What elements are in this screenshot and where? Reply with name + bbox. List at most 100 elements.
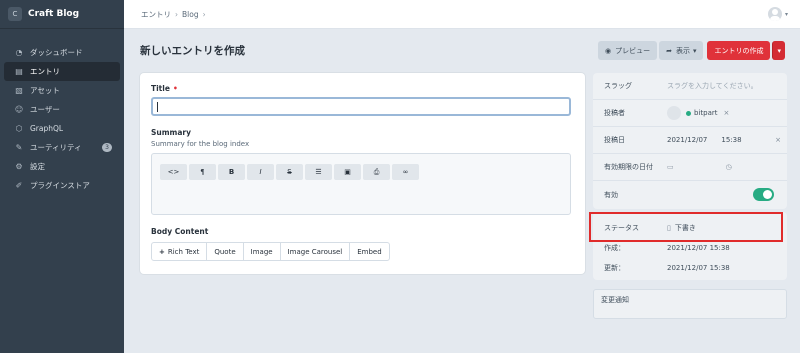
create-entry-menu-button[interactable]: ▾ — [772, 41, 785, 60]
brand[interactable]: C Craft Blog — [0, 0, 124, 29]
author-name: bitpart — [694, 109, 718, 117]
title-field-label: Title • — [151, 84, 178, 93]
block-button-label: Embed — [357, 247, 382, 256]
author-chip[interactable]: bitpart × — [667, 106, 729, 120]
summary-instructions: Summary for the blog index — [151, 140, 250, 148]
sidebar-item[interactable]: ▤ エントリ — [4, 62, 120, 81]
chevron-down-icon: ▾ — [692, 46, 697, 55]
link-icon[interactable]: ∞ — [392, 164, 419, 180]
paragraph-icon[interactable]: ¶ — [189, 164, 216, 180]
embed-icon[interactable]: ⎙ — [363, 164, 390, 180]
updated-row: 更新： 2021/12/07 15:38 — [604, 263, 730, 273]
action-buttons: ◉ プレビュー ➦ 表示 ▾ エントリの作成 ▾ — [597, 41, 785, 60]
assets-icon: ▧ — [15, 86, 23, 95]
view-label: 表示 — [675, 46, 690, 55]
list-icon[interactable]: ☰ — [305, 164, 332, 180]
block-button-label: Quote — [214, 247, 236, 256]
author-avatar-icon — [667, 106, 681, 120]
sidebar-item[interactable]: ✎ ユーティリティ 3 — [4, 138, 120, 157]
breadcrumb: エントリ › Blog › — [141, 9, 210, 20]
dashboard-icon: ◔ — [15, 48, 23, 57]
sidebar-item-label: ダッシュボード — [30, 48, 83, 57]
craft-logo-icon: C — [8, 7, 22, 21]
italic-icon[interactable]: I — [247, 164, 274, 180]
add-block-button[interactable]: + Rich Text — [151, 242, 208, 261]
breadcrumb-separator: › — [202, 9, 206, 19]
preview-button[interactable]: ◉ プレビュー — [597, 41, 658, 60]
expiry-date-row: 有効期限の日付 ▭ ◷ — [593, 154, 787, 181]
share-icon: ➦ — [666, 46, 672, 55]
status-highlight-box — [589, 212, 783, 242]
add-block-button[interactable]: Image — [242, 242, 281, 261]
plugin-store-icon: ✐ — [15, 181, 23, 190]
main-nav: ◔ ダッシュボード ▤ エントリ ▧ アセット ☺ ユーザー ⬡ GraphQL ✎ ユーティリティ 3… — [0, 29, 124, 195]
bold-icon[interactable]: B — [218, 164, 245, 180]
sidebar-item-label: エントリ — [30, 67, 60, 76]
expiry-date-label: 有効期限の日付 — [604, 163, 653, 171]
status-dot-icon — [686, 110, 691, 116]
utilities-icon: ✎ — [15, 143, 23, 152]
author-label: 投稿者 — [604, 109, 625, 117]
strikethrough-icon[interactable]: S — [276, 164, 303, 180]
chevron-down-icon: ▾ — [784, 10, 788, 18]
title-label: Title — [151, 84, 170, 93]
revision-notes-input[interactable]: 変更通知 — [593, 289, 787, 319]
updated-value: 2021/12/07 15:38 — [667, 264, 730, 272]
add-block-button[interactable]: Embed — [349, 242, 390, 261]
top-bar: エントリ › Blog › ▾ — [124, 0, 800, 29]
page-title: 新しいエントリを作成 — [140, 45, 245, 57]
enabled-toggle[interactable] — [753, 188, 774, 201]
breadcrumb-separator: › — [175, 9, 178, 19]
sidebar-item-label: ユーティリティ — [30, 143, 82, 152]
users-icon: ☺ — [14, 105, 24, 114]
summary-editor[interactable]: <> ¶ B I S ☰ ▣ ⎙ ∞ — [151, 153, 571, 215]
chevron-down-icon: ▾ — [777, 46, 781, 55]
slug-label: スラッグ — [604, 82, 632, 90]
eye-icon: ◉ — [604, 46, 612, 55]
required-indicator: • — [172, 84, 178, 93]
post-date-input[interactable]: 2021/12/07 — [667, 136, 707, 144]
add-block-button[interactable]: Image Carousel — [279, 242, 351, 261]
preview-label: プレビュー — [615, 46, 651, 55]
user-avatar-icon — [767, 7, 782, 21]
sidebar: C Craft Blog ◔ ダッシュボード ▤ エントリ ▧ アセット ☺ ユーザー ⬡ Gra… — [0, 0, 124, 353]
badge: 3 — [102, 143, 112, 152]
entry-form: Title • Summary Summary for the blog inde… — [140, 73, 585, 274]
sidebar-item[interactable]: ⚙ 設定 — [4, 157, 120, 176]
sidebar-item-label: プラグインストア — [30, 181, 90, 190]
create-entry-label: エントリの作成 — [714, 46, 764, 55]
title-input[interactable] — [151, 97, 571, 116]
enabled-label: 有効 — [604, 191, 618, 199]
clear-date-icon[interactable]: × — [775, 136, 781, 144]
sidebar-item[interactable]: ▧ アセット — [4, 81, 120, 100]
sidebar-item[interactable]: ⬡ GraphQL — [4, 119, 120, 138]
body-content-label: Body Content — [151, 227, 209, 236]
breadcrumb-section[interactable]: Blog — [182, 10, 199, 19]
sidebar-item[interactable]: ☺ ユーザー — [4, 100, 120, 119]
sidebar-item-label: GraphQL — [30, 124, 64, 133]
sidebar-item-label: アセット — [30, 86, 60, 95]
breadcrumb-entries[interactable]: エントリ — [141, 9, 171, 20]
sidebar-item-label: 設定 — [30, 162, 45, 171]
user-menu[interactable]: ▾ — [767, 7, 788, 21]
text-cursor — [157, 102, 158, 112]
entry-meta-panel: スラッグ スラグを入力してください。 投稿者 bitpart × 投稿日 202… — [593, 73, 787, 209]
code-icon[interactable]: <> — [160, 164, 187, 180]
entries-icon: ▤ — [15, 67, 23, 76]
block-button-label: Image — [250, 247, 273, 256]
post-date-row: 投稿日 2021/12/07 15:38 × — [593, 127, 787, 154]
post-time-input[interactable]: 15:38 — [721, 136, 741, 144]
sidebar-item[interactable]: ◔ ダッシュボード — [4, 43, 120, 62]
block-button-label: Rich Text — [167, 247, 200, 256]
slug-input[interactable]: スラグを入力してください。 — [667, 81, 758, 91]
sidebar-item[interactable]: ✐ プラグインストア — [4, 176, 120, 195]
add-block-button[interactable]: Quote — [206, 242, 244, 261]
updated-label: 更新： — [604, 264, 625, 272]
enabled-row: 有効 — [593, 181, 787, 209]
view-button[interactable]: ➦ 表示 ▾ — [659, 41, 704, 60]
image-icon[interactable]: ▣ — [334, 164, 361, 180]
clock-icon[interactable]: ◷ — [726, 163, 732, 171]
calendar-icon[interactable]: ▭ — [667, 163, 674, 171]
remove-author-icon[interactable]: × — [724, 109, 730, 117]
create-entry-button[interactable]: エントリの作成 — [707, 41, 771, 60]
